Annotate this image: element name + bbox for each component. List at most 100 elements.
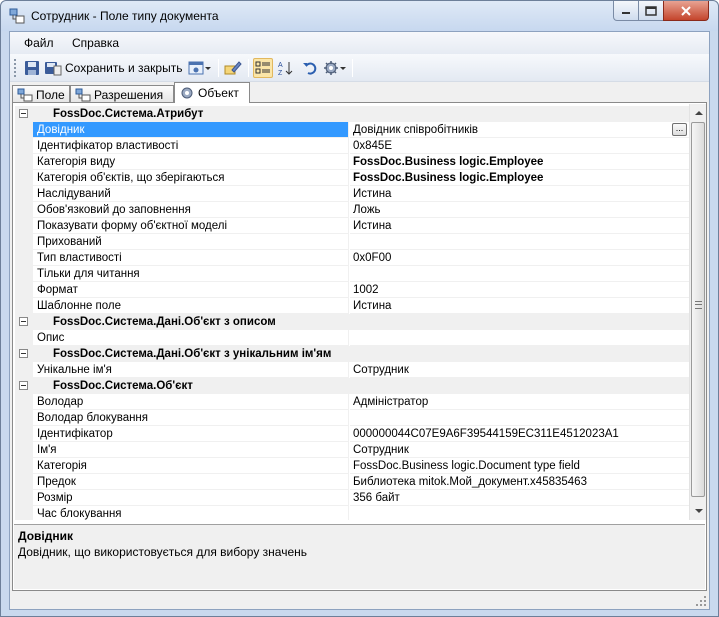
undo-button[interactable]: [302, 58, 318, 78]
property-value[interactable]: 356 байт: [350, 490, 689, 506]
arrow-up-icon: [694, 110, 703, 115]
property-value[interactable]: Библиотека mitok.Мой_документ.x45835463: [350, 474, 689, 490]
menu-bar: Файл Справка: [10, 32, 709, 54]
save-button[interactable]: [24, 58, 40, 78]
property-row[interactable]: Ім'я Сотрудник: [15, 442, 689, 458]
application-window: Сотрудник - Поле типу документа Файл Спр…: [0, 0, 719, 617]
row-gutter: [15, 234, 33, 250]
property-name: Унікальне ім'я: [33, 362, 349, 378]
close-button[interactable]: [663, 1, 709, 21]
save-and-close-button[interactable]: Сохранить и закрыть: [44, 58, 182, 78]
property-value[interactable]: Довідник співробітників: [350, 122, 689, 138]
collapse-icon[interactable]: [19, 317, 28, 326]
dropdown-arrow-icon: [205, 67, 211, 70]
property-value[interactable]: Истина: [350, 298, 689, 314]
row-gutter: [15, 170, 33, 186]
property-row[interactable]: Наслідуваний Истина: [15, 186, 689, 202]
property-value[interactable]: FossDoc.Business logic.Employee: [350, 154, 689, 170]
property-value[interactable]: [350, 234, 689, 250]
property-value[interactable]: 1002: [350, 282, 689, 298]
gear-icon: [324, 61, 338, 75]
resize-grip-icon[interactable]: [695, 595, 707, 607]
sort-alphabetical-button[interactable]: AZ: [277, 58, 295, 78]
client-area: Файл Справка Сохранить и закрыть A Z Пол…: [9, 31, 710, 610]
property-row[interactable]: Категорія виду FossDoc.Business logic.Em…: [15, 154, 689, 170]
row-gutter: [15, 506, 33, 520]
row-gutter: [15, 266, 33, 282]
property-row[interactable]: Тільки для читання: [15, 266, 689, 282]
minimize-button[interactable]: [613, 1, 639, 21]
edit-properties-button[interactable]: [224, 58, 242, 78]
property-value[interactable]: [350, 410, 689, 426]
settings-dropdown-button[interactable]: [323, 58, 348, 78]
view-dropdown-button[interactable]: [188, 58, 213, 78]
property-row[interactable]: Показувати форму об'єктної моделі Истина: [15, 218, 689, 234]
property-value[interactable]: FossDoc.Business logic.Employee: [350, 170, 689, 186]
property-row-dovidnyk[interactable]: Довідник Довідник співробітників ...: [15, 122, 689, 138]
property-value[interactable]: Ложь: [350, 202, 689, 218]
title-bar[interactable]: Сотрудник - Поле типу документа: [1, 1, 718, 31]
collapse-icon[interactable]: [19, 381, 28, 390]
property-row[interactable]: Час блокування: [15, 506, 689, 520]
collapse-icon[interactable]: [19, 109, 28, 118]
property-row[interactable]: Предок Библиотека mitok.Мой_документ.x45…: [15, 474, 689, 490]
property-row[interactable]: Розмір 356 байт: [15, 490, 689, 506]
property-value[interactable]: Сотрудник: [350, 442, 689, 458]
tab-permissions[interactable]: Разрешения: [70, 85, 174, 103]
property-row[interactable]: Унікальне ім'я Сотрудник: [15, 362, 689, 378]
property-name: Наслідуваний: [33, 186, 349, 202]
property-row[interactable]: Обов'язковий до заповнення Ложь: [15, 202, 689, 218]
property-value[interactable]: Сотрудник: [350, 362, 689, 378]
app-icon: [9, 8, 25, 24]
property-value[interactable]: 0x0F00: [350, 250, 689, 266]
scroll-up-button[interactable]: [690, 104, 707, 121]
property-name: Показувати форму об'єктної моделі: [33, 218, 349, 234]
property-value[interactable]: Истина: [350, 186, 689, 202]
property-value[interactable]: FossDoc.Business logic.Document type fie…: [350, 458, 689, 474]
property-row[interactable]: Формат 1002: [15, 282, 689, 298]
property-row[interactable]: Ідентифікатор властивості 0x845E: [15, 138, 689, 154]
toolbar-separator: [248, 59, 249, 77]
property-row[interactable]: Шаблонне поле Истина: [15, 298, 689, 314]
property-name: Володар: [33, 394, 349, 410]
property-row[interactable]: Володар Адміністратор: [15, 394, 689, 410]
scroll-thumb[interactable]: [691, 122, 705, 497]
categorized-view-button[interactable]: [253, 58, 273, 78]
property-name: Категорія об'єктів, що зберігаються: [33, 170, 349, 186]
property-value[interactable]: [350, 506, 689, 520]
tab-field[interactable]: Поле: [12, 85, 70, 103]
category-row[interactable]: FossDoc.Система.Дані.Об'єкт з унікальним…: [15, 346, 689, 362]
status-bar: [10, 591, 709, 609]
ellipsis-button[interactable]: ...: [672, 123, 687, 136]
property-value[interactable]: 000000044C07E9A6F39544159EC311E4512023A1: [350, 426, 689, 442]
scroll-down-button[interactable]: [690, 502, 707, 519]
collapse-icon[interactable]: [19, 349, 28, 358]
property-value[interactable]: [350, 266, 689, 282]
property-row[interactable]: Прихований: [15, 234, 689, 250]
tab-object[interactable]: Объект: [174, 82, 250, 103]
maximize-button[interactable]: [638, 1, 664, 21]
menu-help[interactable]: Справка: [72, 36, 119, 50]
property-row[interactable]: Тип властивості 0x0F00: [15, 250, 689, 266]
thumb-grip-icon: [695, 301, 702, 309]
vertical-scrollbar[interactable]: [689, 104, 706, 520]
category-label: FossDoc.Система.Об'єкт: [53, 380, 193, 392]
category-row[interactable]: FossDoc.Система.Атрибут: [15, 106, 689, 122]
property-value[interactable]: 0x845E: [350, 138, 689, 154]
row-gutter: [15, 330, 33, 346]
property-row[interactable]: Категорія FossDoc.Business logic.Documen…: [15, 458, 689, 474]
property-row[interactable]: Ідентифікатор 000000044C07E9A6F39544159E…: [15, 426, 689, 442]
property-row[interactable]: Володар блокування: [15, 410, 689, 426]
menu-file[interactable]: Файл: [24, 36, 54, 50]
row-gutter: [15, 282, 33, 298]
property-value[interactable]: [350, 330, 689, 346]
category-row[interactable]: FossDoc.Система.Дані.Об'єкт з описом: [15, 314, 689, 330]
property-value[interactable]: Адміністратор: [350, 394, 689, 410]
row-gutter: [15, 186, 33, 202]
property-row[interactable]: Категорія об'єктів, що зберігаються Foss…: [15, 170, 689, 186]
toolbar-grip-icon[interactable]: [14, 59, 17, 77]
category-row[interactable]: FossDoc.Система.Об'єкт: [15, 378, 689, 394]
property-row[interactable]: Опис: [15, 330, 689, 346]
sort-az-icon: AZ: [278, 62, 293, 76]
property-value[interactable]: Истина: [350, 218, 689, 234]
